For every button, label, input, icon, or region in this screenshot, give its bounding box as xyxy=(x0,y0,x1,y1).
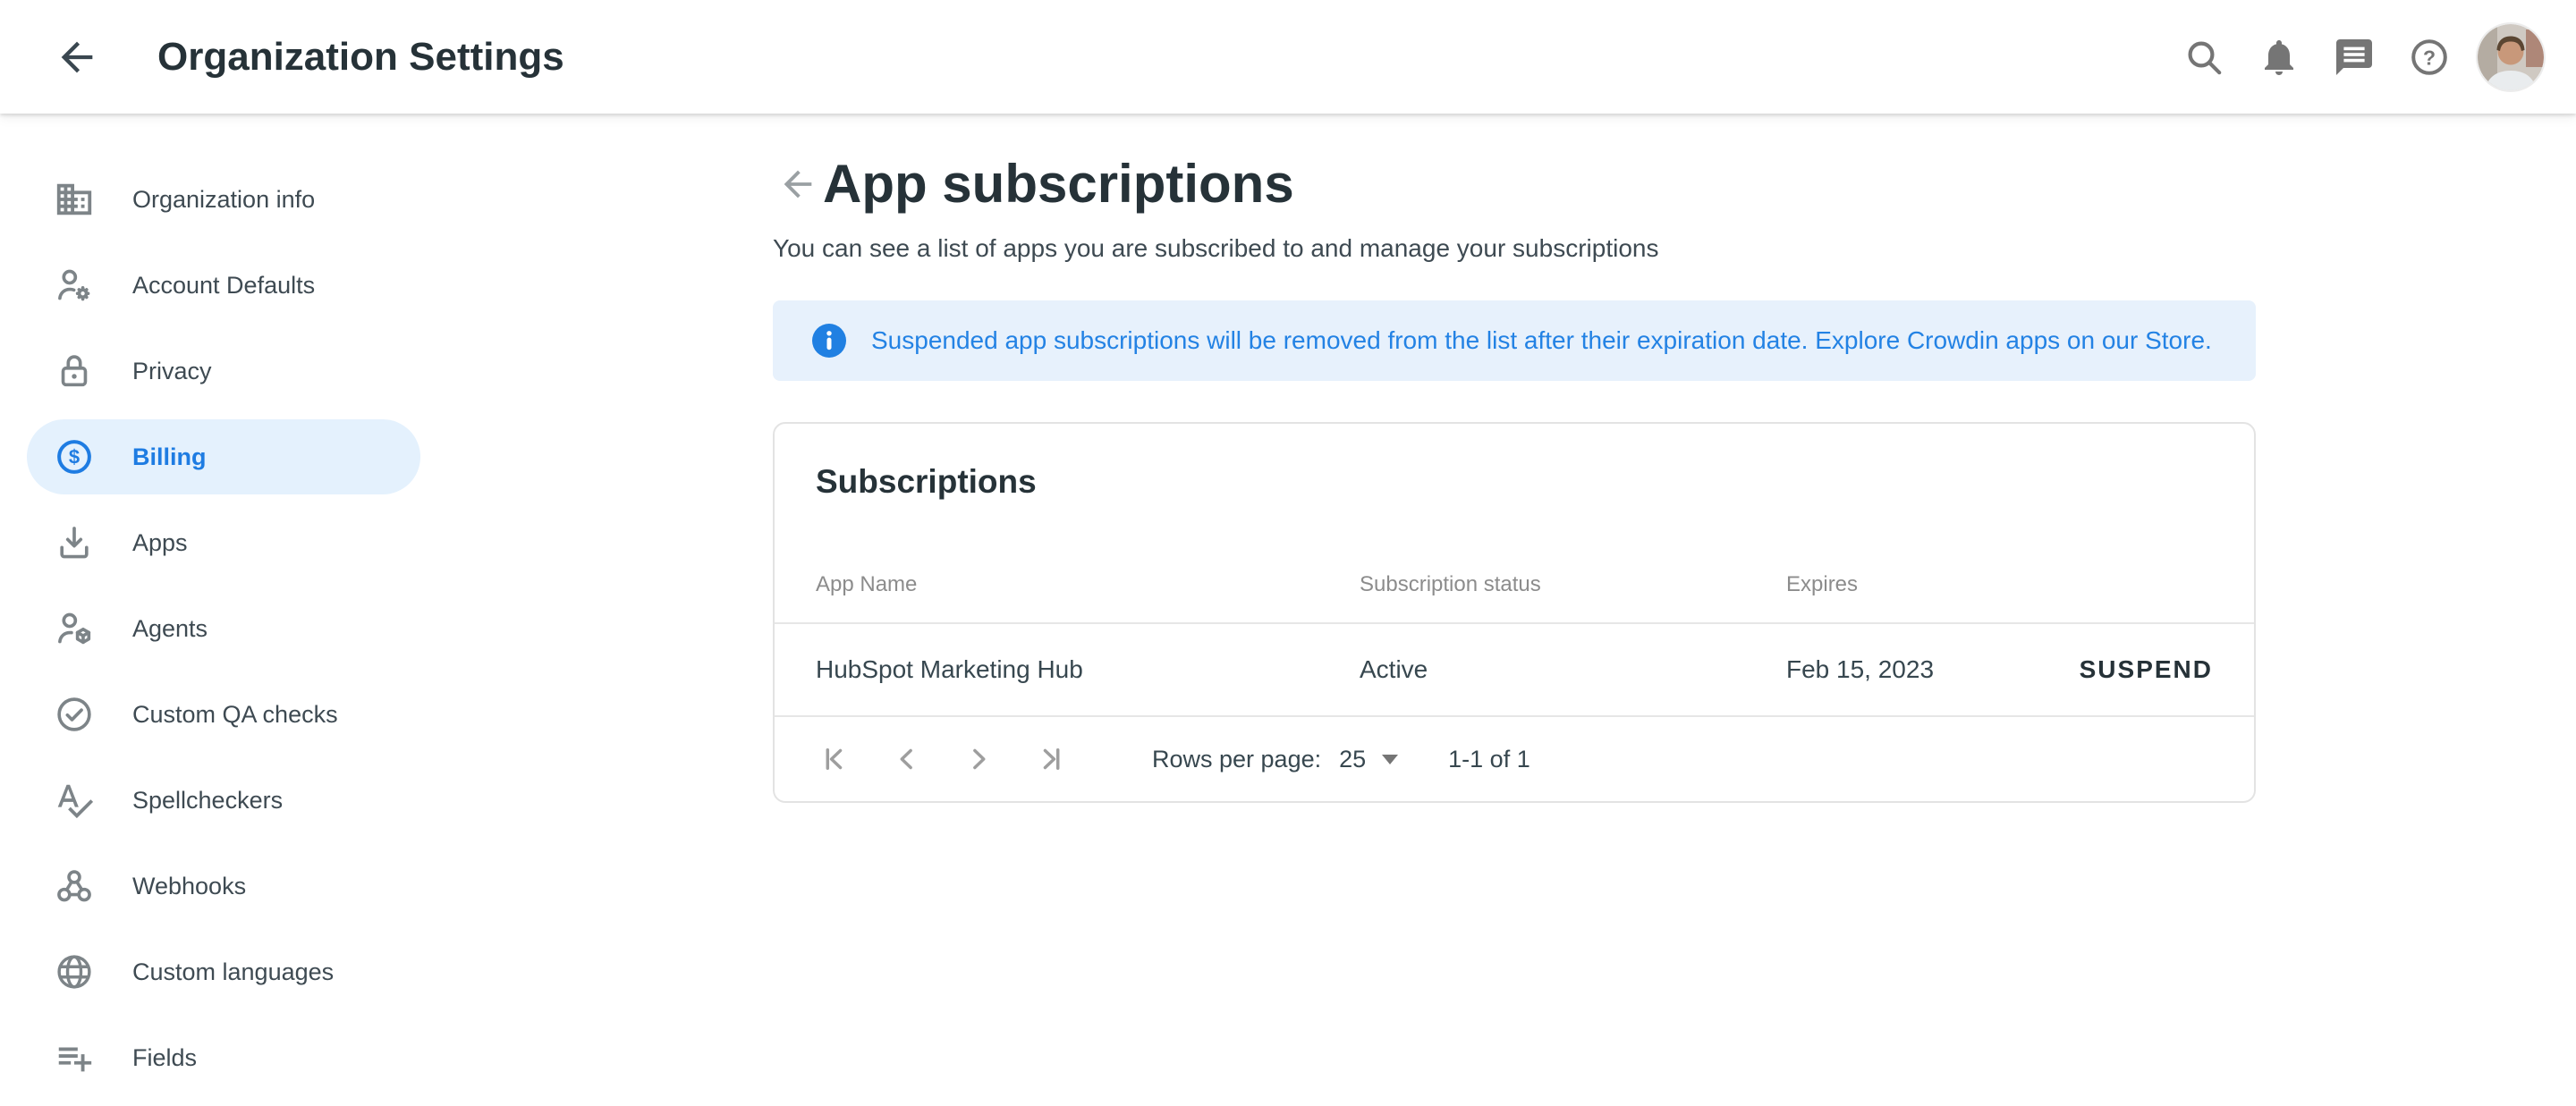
rows-per-page-select[interactable]: 25 xyxy=(1321,746,1398,773)
search-icon xyxy=(2182,36,2225,79)
sidebar-item-billing[interactable]: $ Billing xyxy=(27,419,420,494)
table-row: HubSpot Marketing Hub Active Feb 15, 202… xyxy=(775,624,2254,717)
sidebar-item-label: Apps xyxy=(132,529,188,557)
rows-per-page-label: Rows per page: xyxy=(1152,746,1321,773)
building-icon xyxy=(54,179,95,220)
last-page-icon xyxy=(1033,742,1067,776)
search-button[interactable] xyxy=(2166,20,2241,95)
arrow-left-icon xyxy=(54,34,100,80)
info-icon xyxy=(812,324,846,358)
sidebar-item-label: Agents xyxy=(132,615,208,643)
person-gear-icon xyxy=(54,265,95,306)
spellcheck-icon xyxy=(54,780,95,821)
webhook-icon xyxy=(54,865,95,907)
help-button[interactable]: ? xyxy=(2392,20,2467,95)
card-title: Subscriptions xyxy=(775,424,2254,501)
cell-app-name: HubSpot Marketing Hub xyxy=(816,655,1360,684)
table-pagination: Rows per page: 25 1-1 of 1 xyxy=(775,717,2254,801)
column-header-app-name: App Name xyxy=(816,572,1360,597)
user-avatar[interactable] xyxy=(2478,24,2544,90)
svg-text:$: $ xyxy=(69,446,80,469)
section-subtitle: You can see a list of apps you are subsc… xyxy=(773,234,2256,263)
sidebar-item-label: Billing xyxy=(132,443,207,471)
first-page-icon xyxy=(818,742,852,776)
header-back-button[interactable] xyxy=(39,20,114,95)
caret-down-icon xyxy=(1382,755,1398,764)
app-header: Organization Settings ? xyxy=(0,0,2576,114)
section-title: App subscriptions xyxy=(823,153,1294,215)
cell-expires: Feb 15, 2023 xyxy=(1786,655,2080,684)
messages-button[interactable] xyxy=(2317,20,2392,95)
sidebar-item-agents[interactable]: Agents xyxy=(27,591,420,666)
avatar-photo-icon xyxy=(2478,24,2544,90)
sidebar-item-label: Fields xyxy=(132,1044,197,1072)
settings-sidebar: Organization info Account Defaults xyxy=(0,114,483,1106)
help-icon: ? xyxy=(2408,36,2451,79)
sidebar-item-label: Custom QA checks xyxy=(132,701,338,729)
column-header-expires: Expires xyxy=(1786,572,2213,597)
sidebar-item-label: Privacy xyxy=(132,358,212,385)
subscriptions-card: Subscriptions App Name Subscription stat… xyxy=(773,422,2256,803)
sidebar-item-webhooks[interactable]: Webhooks xyxy=(27,848,420,924)
main-content: App subscriptions You can see a list of … xyxy=(773,114,2256,803)
sidebar-item-label: Account Defaults xyxy=(132,272,315,300)
chevron-right-icon xyxy=(962,742,996,776)
arrow-left-icon xyxy=(777,164,818,205)
dollar-circle-icon: $ xyxy=(54,436,95,477)
cell-subscription-status: Active xyxy=(1360,655,1786,684)
sidebar-item-organization-info[interactable]: Organization info xyxy=(27,162,420,237)
playlist-add-icon xyxy=(54,1037,95,1078)
bell-icon xyxy=(2258,36,2301,79)
sidebar-item-custom-qa-checks[interactable]: Custom QA checks xyxy=(27,677,420,752)
last-page-button[interactable] xyxy=(1032,741,1068,777)
sidebar-item-privacy[interactable]: Privacy xyxy=(27,333,420,409)
pagination-range: 1-1 of 1 xyxy=(1448,746,1530,773)
chevron-left-icon xyxy=(890,742,924,776)
sidebar-item-account-defaults[interactable]: Account Defaults xyxy=(27,248,420,323)
rows-per-page-value: 25 xyxy=(1339,746,1366,773)
suspend-button[interactable]: SUSPEND xyxy=(2080,655,2213,684)
sidebar-item-spellcheckers[interactable]: Spellcheckers xyxy=(27,763,420,838)
chat-icon xyxy=(2333,36,2376,79)
svg-text:?: ? xyxy=(2423,46,2436,69)
globe-icon xyxy=(54,951,95,992)
column-header-subscription-status: Subscription status xyxy=(1360,572,1786,597)
page-head: App subscriptions xyxy=(773,153,2256,215)
sidebar-item-custom-languages[interactable]: Custom languages xyxy=(27,934,420,1009)
download-icon xyxy=(54,522,95,563)
notifications-button[interactable] xyxy=(2241,20,2317,95)
content-back-button[interactable] xyxy=(773,159,823,209)
person-cube-icon xyxy=(54,608,95,649)
page-body: Organization info Account Defaults xyxy=(0,114,2576,1091)
next-page-button[interactable] xyxy=(961,741,996,777)
store-link[interactable]: Store. xyxy=(2145,326,2212,354)
first-page-button[interactable] xyxy=(818,741,853,777)
previous-page-button[interactable] xyxy=(889,741,925,777)
check-circle-icon xyxy=(54,694,95,735)
table-header-row: App Name Subscription status Expires xyxy=(775,572,2254,624)
info-banner: Suspended app subscriptions will be remo… xyxy=(773,300,2256,381)
sidebar-item-fields[interactable]: Fields xyxy=(27,1020,420,1095)
banner-message: Suspended app subscriptions will be remo… xyxy=(871,326,2145,354)
sidebar-item-label: Webhooks xyxy=(132,873,246,900)
page-title: Organization Settings xyxy=(157,35,564,80)
sidebar-item-label: Organization info xyxy=(132,186,315,214)
sidebar-item-apps[interactable]: Apps xyxy=(27,505,420,580)
sidebar-item-label: Custom languages xyxy=(132,958,334,986)
banner-text: Suspended app subscriptions will be remo… xyxy=(871,326,2212,355)
lock-icon xyxy=(54,350,95,392)
sidebar-item-label: Spellcheckers xyxy=(132,787,283,815)
